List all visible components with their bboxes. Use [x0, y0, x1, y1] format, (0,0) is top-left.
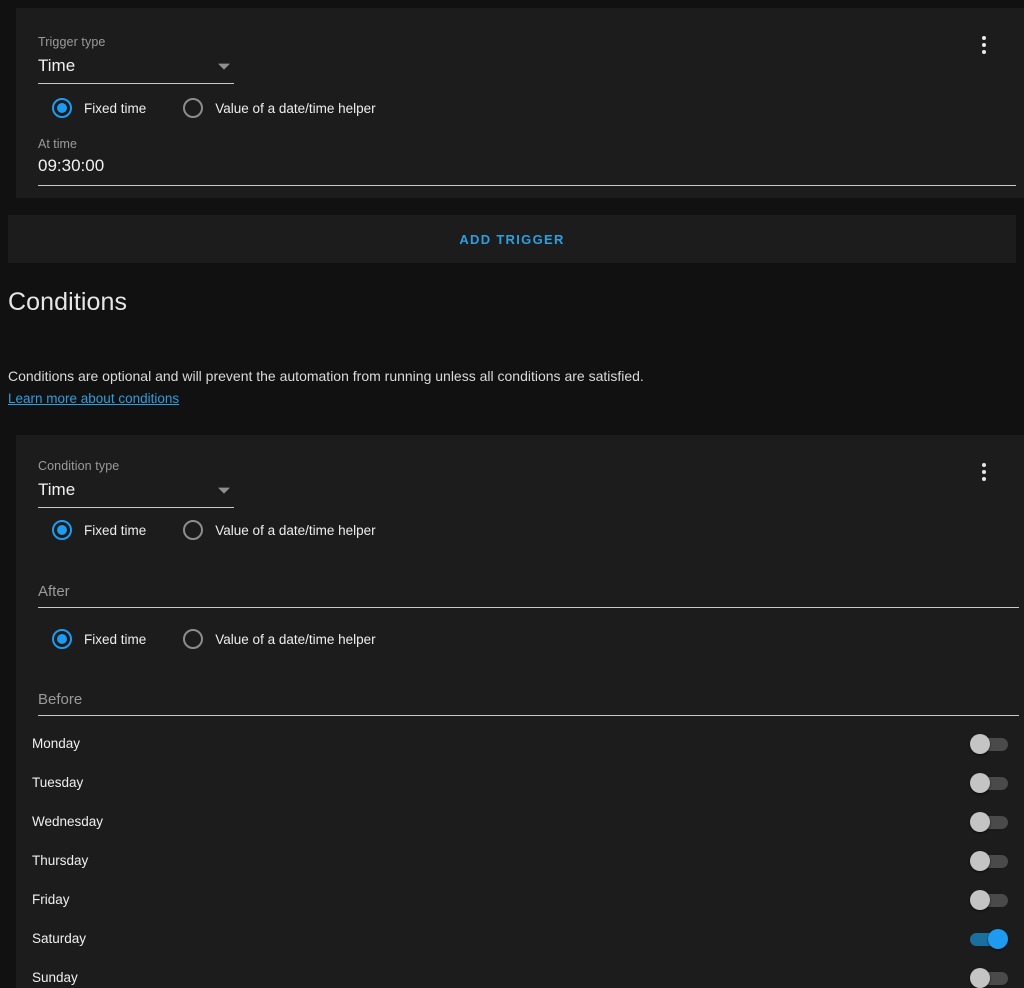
table-row[interactable]: Wednesday: [16, 802, 1024, 841]
weekday-toggle-wednesday[interactable]: [970, 814, 1008, 830]
weekday-toggle-list: Monday Tuesday Wednesday: [16, 724, 1024, 988]
weekday-toggle-monday[interactable]: [970, 736, 1008, 752]
dots-vertical-icon: [982, 477, 986, 481]
trigger-mode-helper-radio[interactable]: Value of a date/time helper: [183, 98, 375, 118]
radio-unselected-icon: [183, 629, 203, 649]
table-row[interactable]: Tuesday: [16, 763, 1024, 802]
condition-type-select[interactable]: Time: [38, 473, 234, 508]
at-time-value: 09:30:00: [38, 151, 1016, 177]
table-row[interactable]: Sunday: [16, 958, 1024, 988]
add-trigger-button[interactable]: ADD TRIGGER: [8, 215, 1016, 263]
chevron-down-icon: [218, 487, 230, 493]
trigger-mode-helper-label: Value of a date/time helper: [215, 101, 375, 116]
trigger-card: Trigger type Time Fixed time Value of a …: [16, 8, 1024, 198]
trigger-type-select[interactable]: Time: [38, 49, 234, 84]
add-trigger-label: ADD TRIGGER: [459, 232, 564, 247]
trigger-type-value: Time: [38, 55, 75, 77]
before-mode-helper-label: Value of a date/time helper: [215, 632, 375, 647]
dots-vertical-icon: [982, 36, 986, 40]
dots-vertical-icon: [982, 463, 986, 467]
toggle-knob: [970, 851, 990, 871]
weekday-label: Monday: [32, 736, 80, 751]
after-underline: [38, 607, 1019, 608]
table-row[interactable]: Thursday: [16, 841, 1024, 880]
chevron-down-icon: [218, 63, 230, 69]
toggle-knob: [970, 812, 990, 832]
dots-vertical-icon: [982, 470, 986, 474]
conditions-section-title: Conditions: [8, 288, 127, 317]
after-mode-fixed-time-label: Fixed time: [84, 523, 146, 538]
automation-editor: Trigger type Time Fixed time Value of a …: [0, 0, 1024, 988]
before-mode-fixed-time-radio[interactable]: Fixed time: [52, 629, 146, 649]
trigger-overflow-menu-button[interactable]: [972, 30, 996, 60]
radio-selected-icon: [52, 629, 72, 649]
weekday-toggle-friday[interactable]: [970, 892, 1008, 908]
after-mode-helper-radio[interactable]: Value of a date/time helper: [183, 520, 375, 540]
weekday-toggle-sunday[interactable]: [970, 970, 1008, 986]
condition-type-value: Time: [38, 479, 75, 501]
toggle-knob: [988, 929, 1008, 949]
at-time-label: At time: [38, 138, 1016, 151]
radio-unselected-icon: [183, 98, 203, 118]
weekday-label: Sunday: [32, 970, 78, 985]
trigger-type-label: Trigger type: [38, 36, 234, 49]
at-time-field[interactable]: At time 09:30:00: [38, 138, 1016, 186]
weekday-label: Tuesday: [32, 775, 83, 790]
toggle-knob: [970, 968, 990, 988]
dots-vertical-icon: [982, 43, 986, 47]
weekday-toggle-tuesday[interactable]: [970, 775, 1008, 791]
after-field[interactable]: After: [38, 583, 1019, 608]
after-mode-fixed-time-radio[interactable]: Fixed time: [52, 520, 146, 540]
trigger-mode-radio-group: Fixed time Value of a date/time helper: [52, 98, 376, 118]
weekday-toggle-saturday[interactable]: [970, 931, 1008, 947]
before-mode-helper-radio[interactable]: Value of a date/time helper: [183, 629, 375, 649]
trigger-mode-fixed-time-label: Fixed time: [84, 101, 146, 116]
toggle-knob: [970, 890, 990, 910]
weekday-label: Wednesday: [32, 814, 103, 829]
weekday-label: Saturday: [32, 931, 86, 946]
before-underline: [38, 715, 1019, 716]
radio-selected-icon: [52, 520, 72, 540]
weekday-label: Friday: [32, 892, 70, 907]
dots-vertical-icon: [982, 50, 986, 54]
condition-overflow-menu-button[interactable]: [972, 457, 996, 487]
conditions-description: Conditions are optional and will prevent…: [8, 367, 644, 385]
before-field[interactable]: Before: [38, 691, 1019, 716]
trigger-mode-fixed-time-radio[interactable]: Fixed time: [52, 98, 146, 118]
weekday-toggle-thursday[interactable]: [970, 853, 1008, 869]
before-mode-fixed-time-label: Fixed time: [84, 632, 146, 647]
condition-card: Condition type Time Fixed time Value of …: [16, 435, 1024, 988]
before-label: Before: [38, 691, 1019, 709]
condition-type-label: Condition type: [38, 460, 234, 473]
toggle-knob: [970, 734, 990, 754]
learn-more-conditions-link[interactable]: Learn more about conditions: [8, 391, 179, 406]
at-time-underline: [38, 185, 1016, 186]
toggle-knob: [970, 773, 990, 793]
after-mode-helper-label: Value of a date/time helper: [215, 523, 375, 538]
after-label: After: [38, 583, 1019, 601]
table-row[interactable]: Friday: [16, 880, 1024, 919]
before-mode-radio-group: Fixed time Value of a date/time helper: [52, 629, 376, 649]
table-row[interactable]: Monday: [16, 724, 1024, 763]
after-mode-radio-group: Fixed time Value of a date/time helper: [52, 520, 376, 540]
radio-unselected-icon: [183, 520, 203, 540]
weekday-label: Thursday: [32, 853, 88, 868]
radio-selected-icon: [52, 98, 72, 118]
table-row[interactable]: Saturday: [16, 919, 1024, 958]
